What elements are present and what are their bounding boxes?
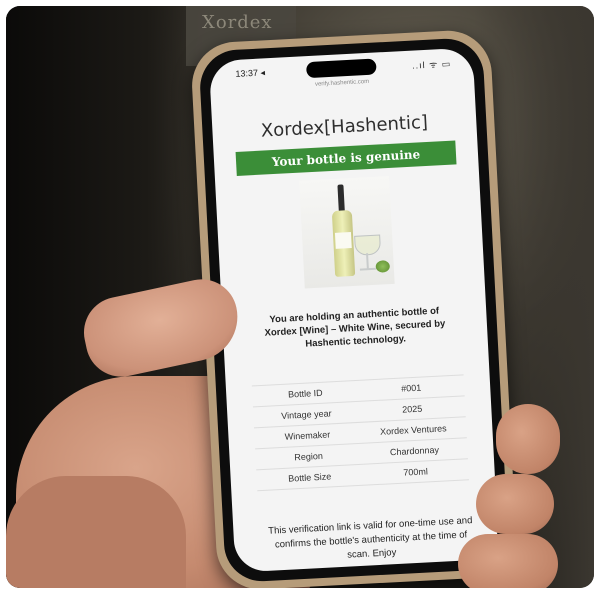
brand-title: Xordex[Hashentic]	[260, 111, 429, 142]
background-box-text: Xordex	[202, 12, 273, 33]
signal-wifi-battery-icon: ..ıl ᯤ ▭	[411, 58, 452, 71]
hand-finger	[476, 474, 554, 534]
wine-bottle-photo	[299, 175, 395, 289]
phone-bezel: 13:37 ◂ ..ıl ᯤ ▭ verify.hashentic.com Xo…	[198, 36, 510, 584]
photo-frame: Xordex 13:37 ◂ ..ıl ᯤ ▭ verify.hashentic…	[6, 6, 594, 588]
verification-note: This verification link is valid for one-…	[268, 515, 473, 561]
hand-wrist	[6, 476, 186, 588]
smartphone: 13:37 ◂ ..ıl ᯤ ▭ verify.hashentic.com Xo…	[189, 28, 519, 588]
authenticity-description: You are holding an authentic bottle of X…	[264, 305, 446, 350]
spec-value: 700ml	[403, 465, 429, 478]
grapes-icon	[375, 260, 391, 273]
hand-finger	[496, 404, 560, 474]
hand-finger	[458, 534, 558, 588]
genuine-banner: Your bottle is genuine	[235, 140, 457, 176]
status-time: 13:37 ◂	[235, 67, 266, 79]
phone-screen: 13:37 ◂ ..ıl ᯤ ▭ verify.hashentic.com Xo…	[208, 47, 500, 573]
spec-label: Bottle Size	[287, 471, 332, 484]
wine-bottle-icon	[329, 184, 356, 279]
specs-table: Bottle ID #001 Vintage year 2025 Winemak…	[251, 374, 470, 492]
